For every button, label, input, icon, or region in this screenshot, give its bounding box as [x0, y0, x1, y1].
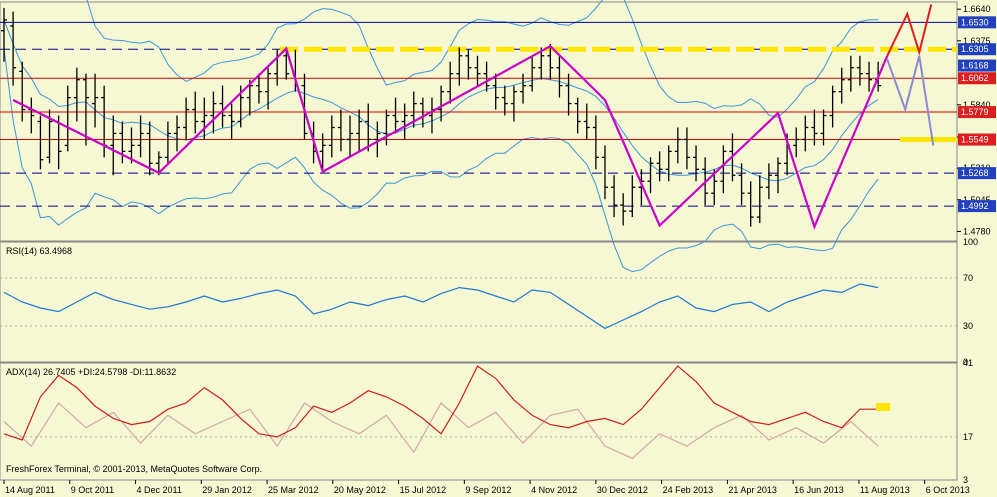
x-tick-label: 30 Dec 2012 [597, 485, 648, 495]
level-label: 1.5549 [961, 135, 989, 145]
y-tick-label: 1.6640 [963, 4, 991, 14]
y-tick-label: 1.4780 [963, 226, 991, 236]
x-tick-label: 4 Dec 2011 [137, 485, 182, 495]
level-label: 1.5268 [961, 168, 989, 178]
x-tick-label: 14 Aug 2011 [5, 485, 55, 495]
adx-marker [876, 403, 891, 412]
y-tick-label: 70 [963, 273, 973, 283]
level-label: 1.6062 [961, 73, 989, 83]
y-tick-label: 30 [963, 321, 973, 331]
x-tick-label: 15 Jul 2012 [400, 485, 447, 495]
x-tick-label: 9 Oct 2011 [71, 485, 114, 495]
x-tick-label: 24 Feb 2013 [663, 485, 714, 495]
y-tick-label: 3 [963, 475, 968, 485]
panel-title: RSI(14) 63.4968 [6, 246, 72, 256]
level-label: 1.6168 [961, 61, 989, 71]
forex-chart: 1.66401.63751.58401.55701.53101.50451.47… [0, 0, 997, 497]
x-tick-label: 25 Mar 2012 [268, 485, 319, 495]
x-tick-label: 9 Sep 2012 [465, 485, 511, 495]
x-tick-label: 29 Jan 2012 [202, 485, 252, 495]
y-tick-label: 41 [963, 358, 973, 368]
x-tick-label: 4 Nov 2012 [531, 485, 577, 495]
copyright-text: FreshForex Terminal, © 2001-2013, MetaQu… [6, 464, 262, 474]
x-tick-label: 20 May 2012 [334, 485, 386, 495]
level-label: 1.5779 [961, 107, 989, 117]
level-label: 1.6530 [961, 17, 989, 27]
x-tick-label: 11 Aug 2013 [860, 485, 910, 495]
panel-title: ADX(14) 26.7405 +DI:24.5798 -DI:11.8632 [6, 367, 176, 377]
x-tick-label: 6 Oct 2013 [926, 485, 970, 495]
y-tick-label: 17 [963, 432, 973, 442]
level-label: 1.6305 [961, 44, 989, 54]
level-label: 1.4992 [961, 201, 989, 211]
x-tick-label: 21 Apr 2013 [728, 485, 777, 495]
y-tick-label: 100 [963, 237, 978, 247]
x-tick-label: 16 Jun 2013 [794, 485, 844, 495]
